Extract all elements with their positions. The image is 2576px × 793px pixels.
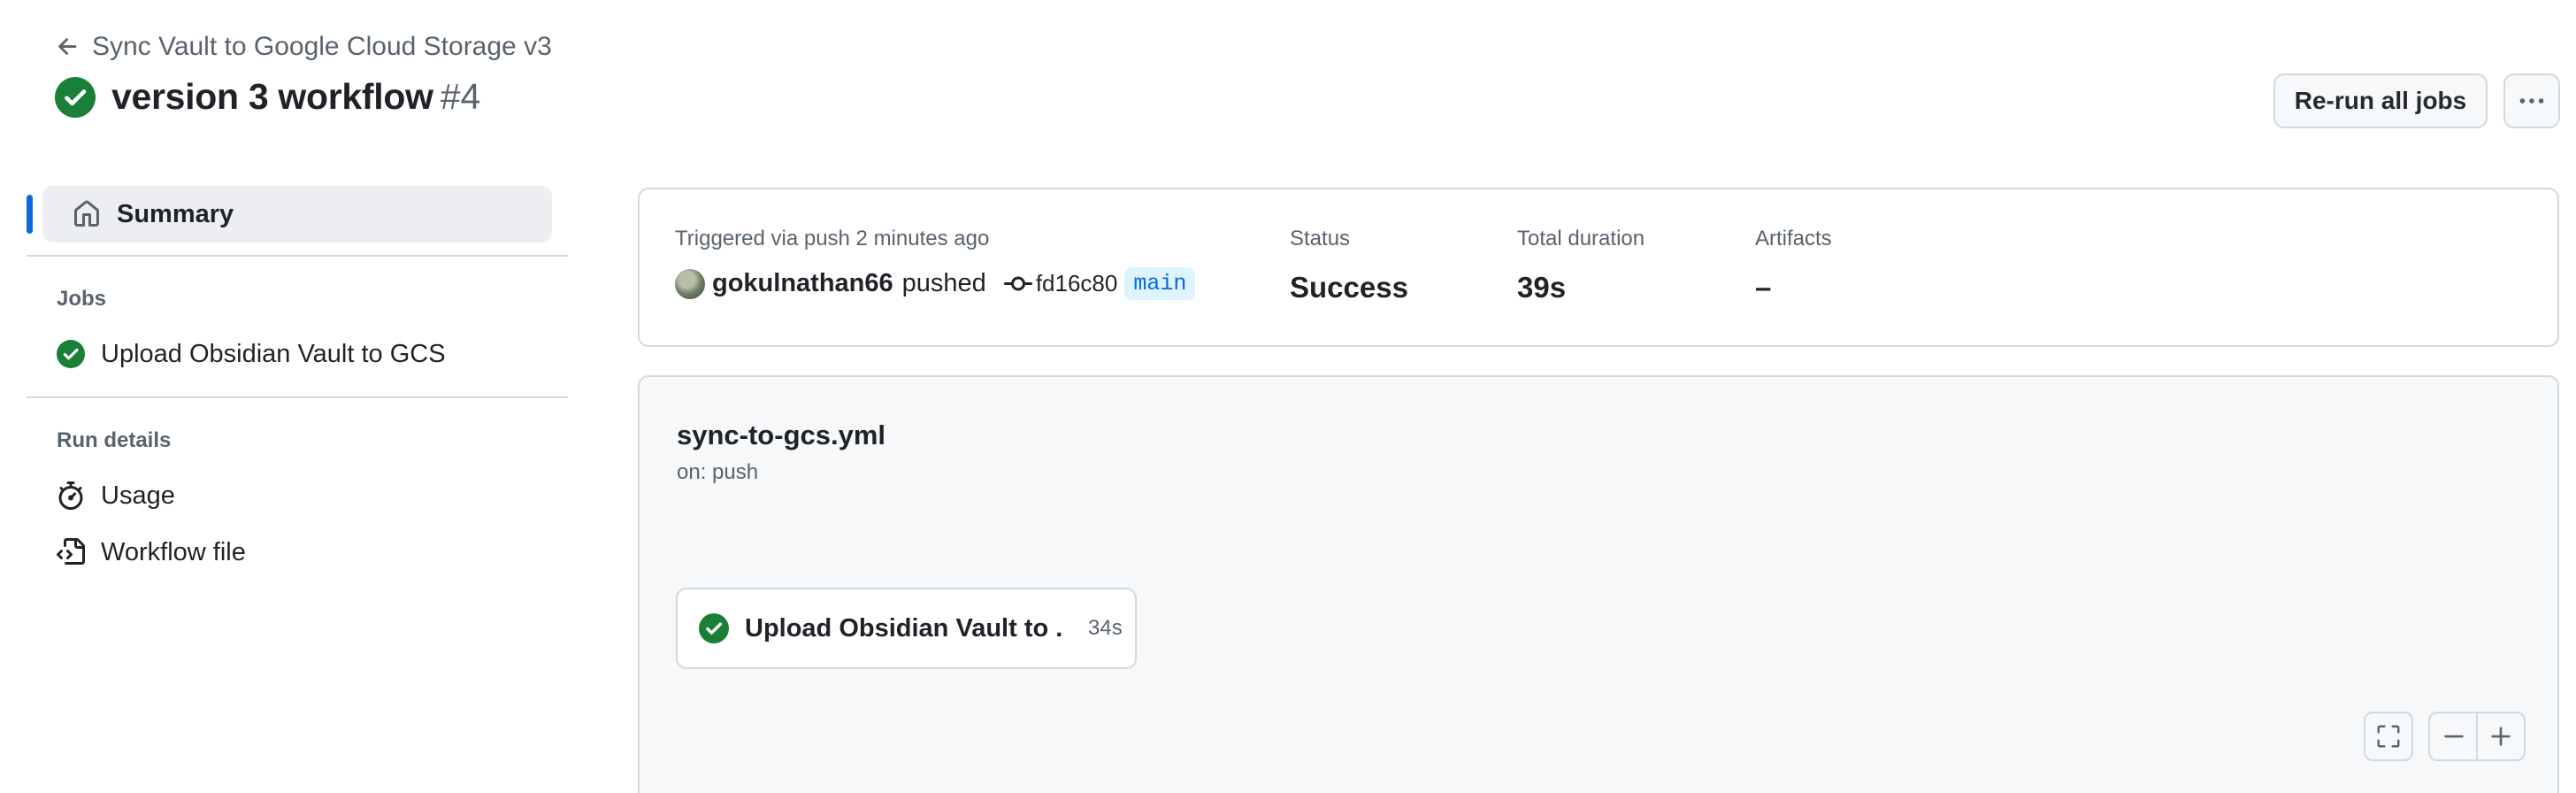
run-details-heading: Run details: [57, 428, 172, 452]
job-name: Upload Obsidian Vault to ...: [745, 613, 1063, 643]
jobs-heading: Jobs: [57, 287, 107, 311]
run-title: version 3 workflow: [111, 76, 433, 117]
file-code-icon: [57, 538, 85, 565]
rerun-all-jobs-button[interactable]: Re-run all jobs: [2273, 73, 2488, 128]
git-commit-icon: [1003, 276, 1032, 290]
workflow-run-page: Sync Vault to Google Cloud Storage v3 ve…: [0, 0, 2576, 793]
zoom-out-button[interactable]: [2428, 712, 2478, 761]
sidebar-item-label: Upload Obsidian Vault to GCS: [101, 339, 446, 368]
home-icon: [74, 200, 99, 227]
commit-sha-link[interactable]: fd16c80: [1036, 270, 1118, 297]
kebab-horizontal-icon: [2519, 98, 2544, 104]
arrow-left-icon: [58, 38, 77, 55]
workflow-trigger: on: push: [677, 460, 759, 484]
workflow-graph: sync-to-gcs.yml on: push Upload Obsidian…: [638, 375, 2559, 793]
trigger-details: gokulnathan66 pushed fd16c80 main: [675, 267, 1196, 300]
sidebar-item-label: Workflow file: [101, 537, 246, 566]
fullscreen-icon: [2377, 725, 2400, 748]
active-indicator: [27, 195, 33, 234]
avatar[interactable]: [675, 268, 705, 299]
status-label: Status: [1290, 227, 1351, 250]
check-circle-fill-icon: [699, 613, 729, 643]
sidebar-item-job[interactable]: Upload Obsidian Vault to GCS: [42, 329, 552, 379]
stopwatch-icon: [58, 481, 83, 510]
run-summary-card: Triggered via push 2 minutes ago gokulna…: [638, 188, 2559, 347]
action-text: pushed: [901, 269, 986, 297]
job-node[interactable]: Upload Obsidian Vault to ... 34s: [676, 588, 1137, 669]
run-number: #4: [440, 76, 481, 117]
plus-icon: [2491, 727, 2511, 746]
artifacts-column: Artifacts –: [1755, 227, 1832, 304]
check-circle-fill-icon: [57, 340, 85, 368]
sidebar-item-usage[interactable]: Usage: [42, 471, 552, 520]
workflow-file-name: sync-to-gcs.yml: [677, 420, 886, 450]
duration-column: Total duration 39s: [1517, 227, 1644, 304]
back-to-workflow-link[interactable]: Sync Vault to Google Cloud Storage v3: [55, 32, 552, 62]
branch-label[interactable]: main: [1124, 267, 1196, 300]
duration-label: Total duration: [1517, 227, 1645, 250]
duration-value: 39s: [1517, 271, 1567, 304]
more-options-button[interactable]: [2503, 73, 2560, 128]
zoom-in-button[interactable]: [2476, 712, 2526, 761]
sidebar-item-workflow-file[interactable]: Workflow file: [42, 527, 552, 577]
sidebar-item-label: Summary: [117, 199, 234, 228]
trigger-label: Triggered via push 2 minutes ago: [675, 227, 990, 250]
dash-icon: [2444, 735, 2464, 738]
divider: [27, 396, 568, 398]
artifacts-value: –: [1755, 271, 1772, 304]
sidebar-item-label: Usage: [101, 481, 175, 510]
status-column: Status Success: [1290, 227, 1408, 304]
artifacts-label: Artifacts: [1755, 227, 1832, 250]
back-link-label: Sync Vault to Google Cloud Storage v3: [92, 32, 552, 61]
page-title: version 3 workflow #4: [55, 76, 480, 118]
check-circle-fill-icon: [55, 76, 96, 118]
trigger-column: Triggered via push 2 minutes ago gokulna…: [675, 227, 1196, 300]
status-value: Success: [1290, 271, 1408, 304]
sidebar-item-summary[interactable]: Summary: [27, 186, 552, 243]
job-duration: 34s: [1088, 616, 1123, 640]
divider: [27, 255, 568, 257]
actor-link[interactable]: gokulnathan66: [712, 269, 893, 298]
fullscreen-button[interactable]: [2364, 712, 2413, 761]
